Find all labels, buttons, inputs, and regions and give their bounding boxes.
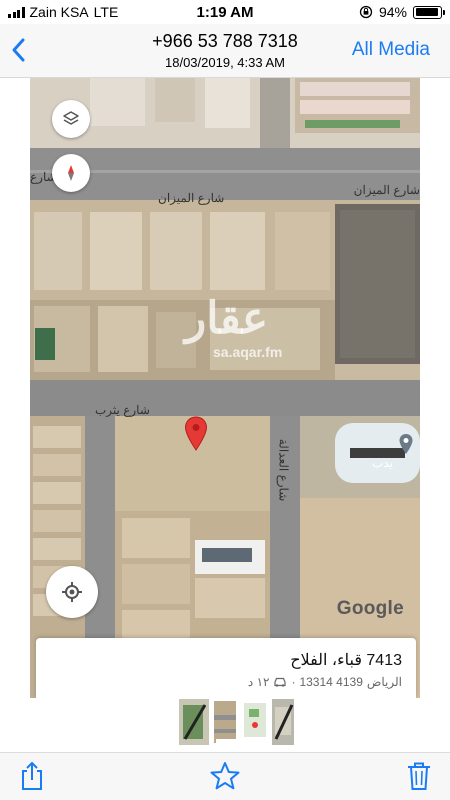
aqar-watermark-logo: عقار [185,294,269,343]
thumbnail-3[interactable] [241,699,269,745]
all-media-button[interactable]: All Media [352,39,430,61]
status-bar: Zain KSA LTE 1:19 AM 94% [0,0,450,24]
place-marker-icon[interactable] [398,433,414,455]
thumbnail-4[interactable] [272,699,294,745]
place-title: 7413 قباء، الفلاح [290,652,402,669]
place-postal: 4139 13314 [299,675,363,689]
dot-separator: · [291,675,296,689]
aqar-watermark-url: sa.aqar.fm [213,344,283,360]
compass-icon [68,165,74,181]
drive-time: ١٢ د [247,675,270,689]
bottom-toolbar [0,752,450,800]
street-label-mizan-right: شارع الميزان [353,183,420,197]
my-location-icon [62,582,82,602]
my-location-button[interactable] [46,566,98,618]
place-info-card[interactable]: 7413 قباء، الفلاح الرياض 4139 13314 · ١٢… [36,638,416,698]
share-icon[interactable] [16,760,48,792]
status-right: 94% [359,4,445,20]
thumbnail-strip [0,698,450,752]
battery-level [415,8,439,16]
layers-icon [63,111,79,125]
map-pin-icon[interactable] [184,416,208,452]
battery-icon [413,5,445,19]
street-label-adala: شارع العدالة [276,438,291,502]
compass-button[interactable] [52,154,90,192]
favorite-star-icon[interactable] [209,760,241,792]
mosque-label: يدب [372,456,393,470]
google-logo: Google [336,598,404,619]
layers-button[interactable] [52,100,90,138]
navigation-bar: +966 53 788 7318 18/03/2019, 4:33 AM All… [0,24,450,78]
place-city: الرياض [366,675,402,689]
map-screenshot[interactable]: شارع الميزان شارع الميزان شارع شارع يثرب… [30,78,420,698]
photo-viewer[interactable]: شارع الميزان شارع الميزان شارع شارع يثرب… [0,78,450,698]
car-icon [274,677,287,687]
trash-icon[interactable] [403,760,435,792]
orientation-lock-icon [359,5,373,19]
street-label-mizan: شارع الميزان [158,191,225,205]
thumbnail-2-selected[interactable] [212,699,238,745]
thumbnail-1[interactable] [179,699,209,745]
place-subtitle: الرياض 4139 13314 · ١٢ د [248,675,402,689]
battery-percent: 94% [378,4,407,20]
street-label-yathrib: شارع يثرب [95,403,150,417]
